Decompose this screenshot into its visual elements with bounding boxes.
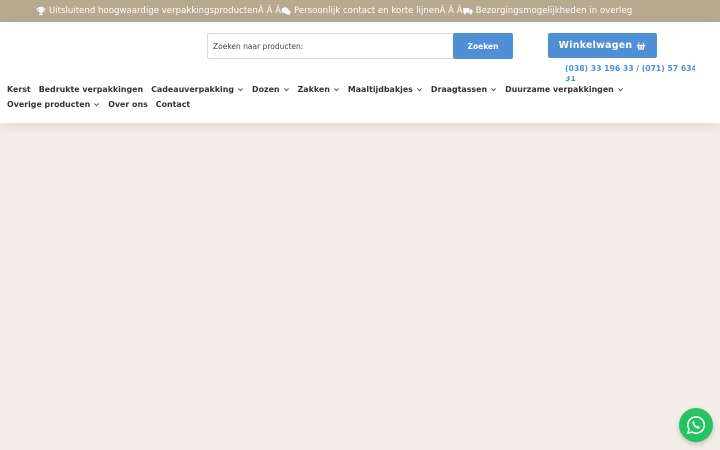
nav-item-label: Over ons bbox=[108, 100, 148, 109]
nav-item-label: Overige producten bbox=[7, 100, 91, 109]
nav-item-duurzame-verpakkingen[interactable]: Duurzame verpakkingen bbox=[505, 85, 624, 94]
chevron-down-icon bbox=[283, 86, 290, 93]
nav-item-maaltijdbakjes[interactable]: Maaltijdbakjes bbox=[348, 85, 423, 94]
nav-item-contact[interactable]: Contact bbox=[156, 100, 190, 109]
nav-item-label: Cadeauverpakking bbox=[151, 85, 235, 94]
search-button[interactable]: Zoeken bbox=[453, 33, 513, 59]
nav-item-dozen[interactable]: Dozen bbox=[252, 85, 290, 94]
usp-2: Persoonlijk contact en korte lijnenÂ Â Â bbox=[281, 6, 463, 16]
nav-item-label: Contact bbox=[155, 100, 191, 109]
nav-item-kerst[interactable]: Kerst bbox=[7, 85, 31, 94]
chevron-down-icon bbox=[617, 86, 624, 93]
nav-item-label: Draagtassen bbox=[430, 85, 488, 94]
chevron-down-icon bbox=[416, 86, 423, 93]
site-header: Zoeken Winkelwagen (038) 33 196 33 / (07… bbox=[0, 22, 720, 123]
main-nav: Kerst Bedrukte verpakkingen Cadeauverpakki… bbox=[7, 82, 707, 112]
usp-3: Bezorgingsmogelijkheden in overleg bbox=[462, 6, 632, 16]
chevron-down-icon bbox=[333, 86, 340, 93]
nav-item-label: Zakken bbox=[297, 85, 330, 94]
cart-button[interactable]: Winkelwagen bbox=[548, 33, 657, 58]
nav-item-label: Dozen bbox=[252, 85, 280, 94]
nav-item-label: Kerst bbox=[7, 85, 31, 94]
nav-item-label: Bedrukte verpakkingen bbox=[38, 85, 144, 94]
basket-icon bbox=[636, 41, 646, 51]
nav-row-1: Kerst Bedrukte verpakkingen Cadeauverpakki… bbox=[7, 82, 707, 97]
nav-item-draagtassen[interactable]: Draagtassen bbox=[431, 85, 497, 94]
trophy-icon bbox=[36, 6, 46, 16]
truck-icon bbox=[462, 6, 473, 16]
cart-label: Winkelwagen bbox=[558, 40, 633, 51]
search-input[interactable] bbox=[207, 33, 453, 59]
nav-item-over-ons[interactable]: Over ons bbox=[108, 100, 148, 109]
nav-row-2: Overige producten Over ons Contact bbox=[7, 97, 707, 112]
nav-item-cadeauverpakking[interactable]: Cadeauverpakking bbox=[151, 85, 244, 94]
phone-numbers[interactable]: (038) 33 196 33 / (071) 57 634 bbox=[565, 64, 695, 76]
usp-bar: Uitsluitend hoogwaardige verpakkingsprod… bbox=[0, 0, 720, 22]
phone-numbers-overflow: 31 bbox=[565, 76, 576, 81]
chevron-down-icon bbox=[93, 101, 100, 108]
nav-item-bedrukte-verpakkingen[interactable]: Bedrukte verpakkingen bbox=[39, 85, 143, 94]
nav-item-label: Maaltijdbakjes bbox=[347, 85, 413, 94]
chevron-down-icon bbox=[237, 86, 244, 93]
nav-item-zakken[interactable]: Zakken bbox=[298, 85, 340, 94]
search-form: Zoeken bbox=[207, 33, 513, 59]
chat-icon bbox=[281, 6, 291, 16]
nav-item-overige-producten[interactable]: Overige producten bbox=[7, 100, 100, 109]
nav-item-label: Duurzame verpakkingen bbox=[505, 85, 614, 94]
chevron-down-icon bbox=[490, 86, 497, 93]
whatsapp-button[interactable] bbox=[679, 408, 713, 442]
usp-1: Uitsluitend hoogwaardige verpakkingsprod… bbox=[36, 6, 281, 16]
whatsapp-icon bbox=[686, 416, 705, 435]
